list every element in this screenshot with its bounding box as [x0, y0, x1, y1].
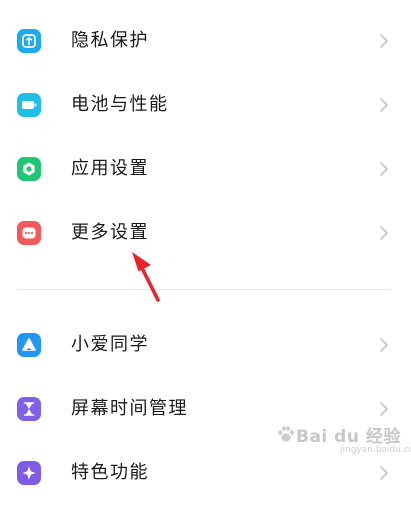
chevron-right-icon	[380, 98, 388, 112]
assistant-icon	[17, 333, 41, 357]
settings-item-battery[interactable]: 电池与性能	[0, 73, 411, 137]
chevron-right-icon	[380, 226, 388, 240]
settings-item-assistant[interactable]: 小爱同学	[0, 313, 411, 377]
paw-icon	[278, 426, 294, 442]
watermark-url: jingyan.baidu.com	[340, 445, 411, 455]
feature-icon	[17, 461, 41, 485]
settings-item-privacy[interactable]: 隐私保护	[0, 9, 411, 73]
section-divider	[17, 289, 391, 290]
baidu-watermark: Bai du 经验 jingyan.baidu.com	[268, 418, 411, 462]
app-settings-icon	[17, 157, 41, 181]
annotation-arrow-icon	[132, 252, 160, 302]
settings-item-label: 应用设置	[71, 158, 149, 179]
battery-icon	[17, 93, 41, 117]
chevron-right-icon	[380, 402, 388, 416]
settings-item-label: 特色功能	[71, 462, 149, 483]
settings-list: 隐私保护 电池与性能 应用设置 更多设置 小爱同学 屏幕时间管理 特色功能	[0, 0, 411, 485]
chevron-right-icon	[380, 466, 388, 480]
more-icon	[17, 221, 41, 245]
settings-item-app-settings[interactable]: 应用设置	[0, 137, 411, 201]
settings-item-label: 小爱同学	[71, 334, 149, 355]
watermark-brand: Bai du 经验	[296, 427, 401, 447]
chevron-right-icon	[380, 162, 388, 176]
privacy-shield-icon	[17, 29, 41, 53]
settings-item-more[interactable]: 更多设置	[0, 201, 411, 265]
chevron-right-icon	[380, 338, 388, 352]
settings-item-label: 屏幕时间管理	[71, 398, 188, 419]
settings-item-label: 电池与性能	[71, 94, 169, 115]
settings-item-label: 隐私保护	[71, 30, 149, 51]
settings-item-label: 更多设置	[71, 222, 149, 243]
chevron-right-icon	[380, 34, 388, 48]
hourglass-icon	[17, 397, 41, 421]
